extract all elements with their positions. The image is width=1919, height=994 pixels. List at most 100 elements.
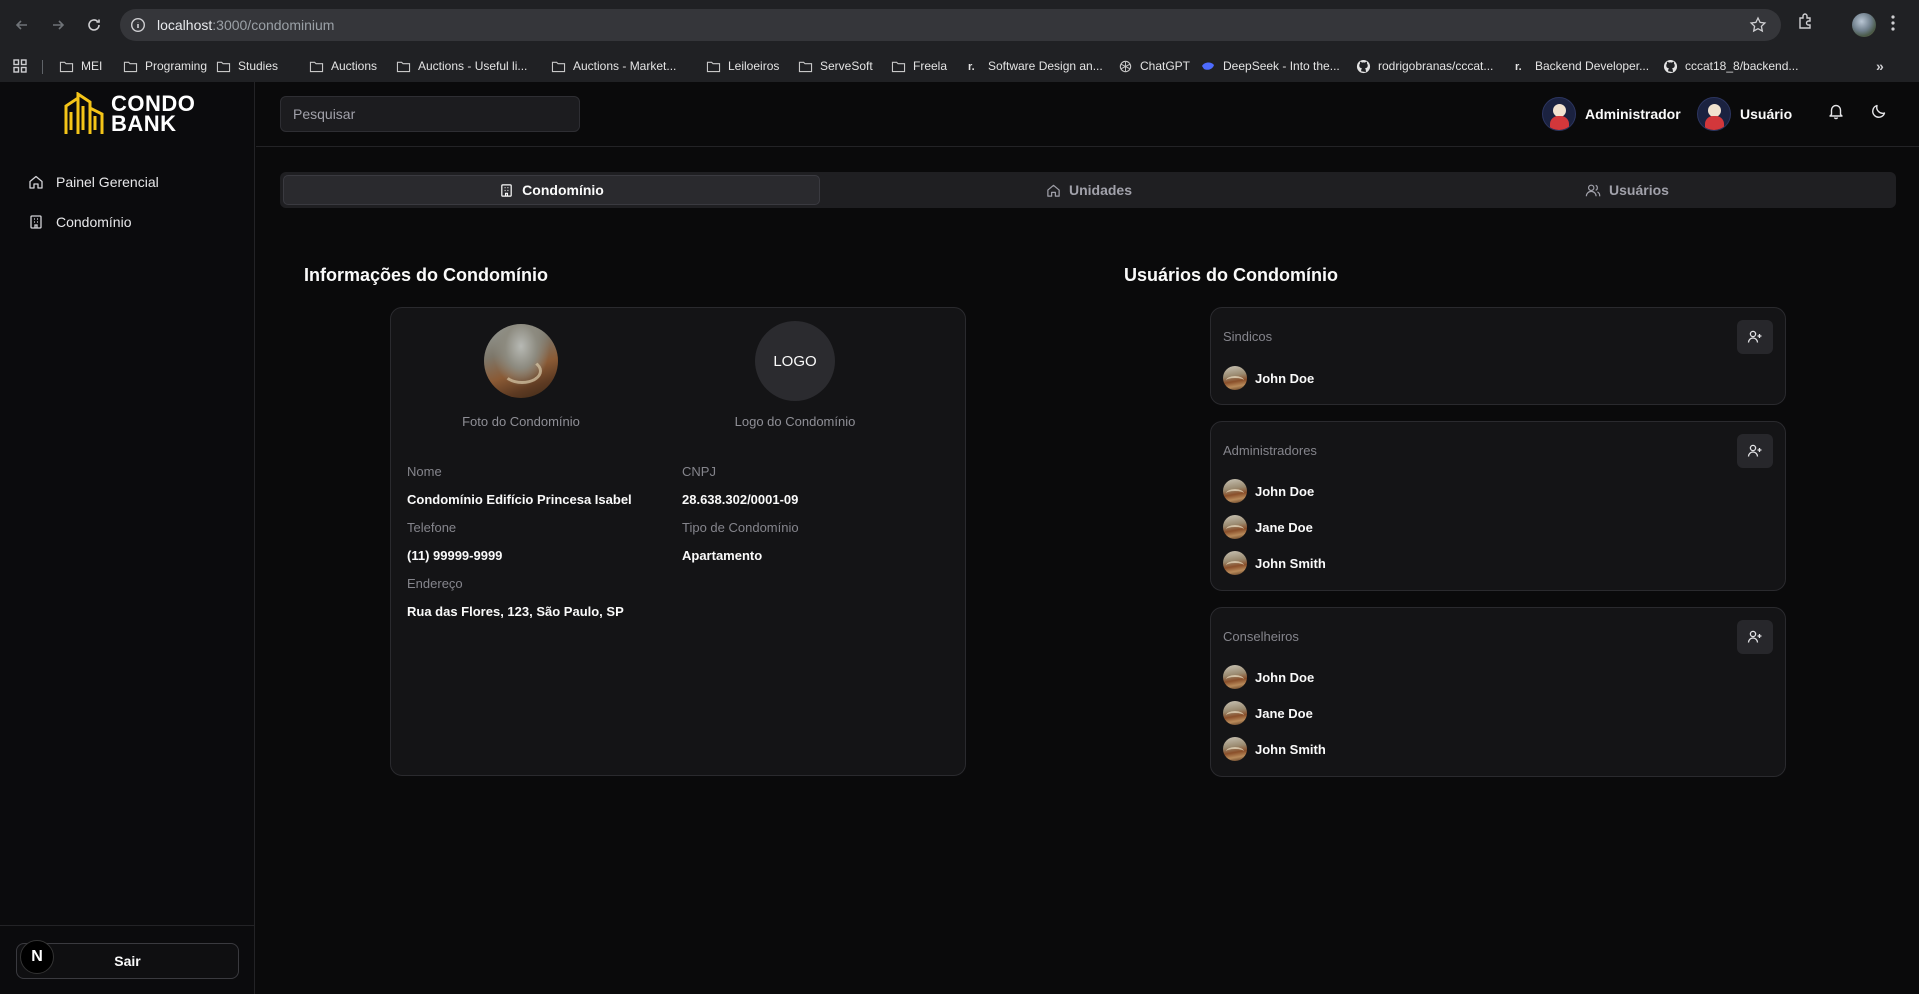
bookmark-label: Auctions - Market... <box>573 59 677 73</box>
folder-icon <box>797 58 813 74</box>
bookmark-item[interactable]: rodrigobranas/cccat... <box>1355 50 1493 82</box>
group-card-conselheiros: Conselheiros John Doe Jane Doe John Smit… <box>1210 607 1786 777</box>
topbar: Administrador Usuário <box>256 82 1919 147</box>
telefone-value: (11) 99999-9999 <box>407 548 503 563</box>
logo-block: LOGO Logo do Condomínio <box>715 321 875 429</box>
role-label: Administrador <box>1585 106 1681 122</box>
nome-value: Condomínio Edifício Princesa Isabel <box>407 492 632 507</box>
bookmark-label: MEI <box>81 59 103 73</box>
users-icon <box>1585 183 1601 198</box>
list-item[interactable]: Jane Doe <box>1223 515 1313 539</box>
bookmark-item[interactable]: r. Software Design an... <box>965 50 1103 82</box>
bookmark-item[interactable]: r. Backend Developer... <box>1512 50 1649 82</box>
bookmark-label: ServeSoft <box>820 59 873 73</box>
avatar <box>1697 97 1731 131</box>
brand-logo[interactable]: CONDO BANK <box>63 92 195 136</box>
address-bar[interactable]: localhost:3000/condominium <box>120 9 1781 41</box>
list-item[interactable]: John Smith <box>1223 737 1326 761</box>
browser-menu-icon[interactable] <box>1890 13 1896 33</box>
endereco-value: Rua das Flores, 123, São Paulo, SP <box>407 604 624 619</box>
forward-arrow-icon[interactable] <box>44 11 72 39</box>
avatar <box>1223 551 1247 575</box>
member-name: Jane Doe <box>1255 705 1313 721</box>
telefone-label: Telefone <box>407 520 457 535</box>
condominium-photo[interactable] <box>484 324 558 398</box>
list-item[interactable]: Jane Doe <box>1223 701 1313 725</box>
bookmark-item[interactable]: ServeSoft <box>797 50 873 82</box>
sidebar-item-painel-gerencial[interactable]: Painel Gerencial <box>22 166 159 198</box>
r-icon: r. <box>965 58 981 74</box>
bookmark-item[interactable]: Leiloeiros <box>705 50 779 82</box>
list-item[interactable]: John Doe <box>1223 479 1314 503</box>
photo-block: Foto do Condomínio <box>441 324 601 429</box>
back-arrow-icon[interactable] <box>8 11 36 39</box>
condominium-logo[interactable]: LOGO <box>755 321 835 401</box>
add-user-button[interactable] <box>1737 434 1773 468</box>
bookmark-item[interactable]: MEI <box>58 50 102 82</box>
bookmark-item[interactable]: Auctions <box>308 50 377 82</box>
role-usuario[interactable]: Usuário <box>1697 97 1792 131</box>
site-info-icon[interactable] <box>130 17 146 33</box>
search-input[interactable] <box>280 96 580 132</box>
list-item[interactable]: John Doe <box>1223 366 1314 390</box>
profile-avatar[interactable] <box>1852 13 1876 37</box>
tab-usuarios[interactable]: Usuários <box>1358 175 1896 205</box>
bookmark-separator <box>42 60 43 74</box>
moon-icon[interactable] <box>1870 102 1888 120</box>
endereco-label: Endereço <box>407 576 463 591</box>
avatar <box>1542 97 1576 131</box>
bookmark-label: cccat18_8/backend... <box>1685 59 1799 73</box>
bookmark-item[interactable]: Freela <box>890 50 947 82</box>
url-host: localhost <box>157 17 213 33</box>
bookmark-item[interactable]: DeepSeek - Into the... <box>1200 50 1340 82</box>
bookmark-item[interactable]: Auctions - Market... <box>550 50 676 82</box>
cnpj-value: 28.638.302/0001-09 <box>682 492 799 507</box>
role-administrador[interactable]: Administrador <box>1542 97 1681 131</box>
bookmark-label: Programing <box>145 59 208 73</box>
sidebar-item-condominio[interactable]: Condomínio <box>22 206 159 238</box>
nextjs-badge[interactable]: N <box>20 940 54 974</box>
bookmark-item[interactable]: cccat18_8/backend... <box>1662 50 1798 82</box>
list-item[interactable]: John Doe <box>1223 665 1314 689</box>
list-item[interactable]: John Smith <box>1223 551 1326 575</box>
bookmark-label: ChatGPT <box>1140 59 1191 73</box>
building-logo-icon <box>64 92 104 134</box>
info-section-title: Informações do Condomínio <box>304 265 549 285</box>
reload-icon[interactable] <box>80 11 108 39</box>
sidebar-divider <box>0 925 255 926</box>
condominium-info-card: Foto do Condomínio LOGO Logo do Condomín… <box>390 307 966 776</box>
sidebar: CONDO BANK Painel Gerencial Condomínio N… <box>0 82 255 994</box>
group-card-administradores: Administradores John Doe Jane Doe John S… <box>1210 421 1786 591</box>
more-bookmarks-icon[interactable]: » <box>1876 58 1884 74</box>
brand-text: CONDO BANK <box>111 93 195 135</box>
user-plus-icon <box>1747 330 1762 343</box>
deepseek-icon <box>1200 58 1216 74</box>
home-icon <box>28 174 44 190</box>
home-icon <box>1046 183 1061 198</box>
extensions-icon[interactable] <box>1796 11 1816 31</box>
bookmark-star-icon[interactable] <box>1749 16 1767 34</box>
sidebar-nav: Painel Gerencial Condomínio <box>22 166 159 246</box>
add-user-button[interactable] <box>1737 320 1773 354</box>
folder-icon <box>705 58 721 74</box>
bell-icon[interactable] <box>1827 102 1845 120</box>
bookmark-item[interactable]: Studies <box>215 50 278 82</box>
bookmark-label: Auctions - Useful li... <box>418 59 528 73</box>
bookmark-item[interactable]: Programing <box>122 50 207 82</box>
group-title: Administradores <box>1223 443 1317 458</box>
app-root: CONDO BANK Painel Gerencial Condomínio N… <box>0 82 1919 994</box>
cnpj-label: CNPJ <box>682 464 716 479</box>
add-user-button[interactable] <box>1737 620 1773 654</box>
folder-icon <box>58 58 74 74</box>
tab-list: Condomínio Unidades Usuários <box>280 172 1896 208</box>
bookmark-label: Leiloeiros <box>728 59 780 73</box>
bookmark-label: Backend Developer... <box>1535 59 1650 73</box>
apps-grid-icon[interactable] <box>12 58 28 74</box>
folder-icon <box>395 58 411 74</box>
bookmark-item[interactable]: Auctions - Useful li... <box>395 50 527 82</box>
tab-unidades[interactable]: Unidades <box>820 175 1358 205</box>
sidebar-item-label: Condomínio <box>56 214 132 230</box>
bookmark-item[interactable]: ChatGPT <box>1117 50 1190 82</box>
tab-condominio[interactable]: Condomínio <box>283 175 820 205</box>
member-name: Jane Doe <box>1255 519 1313 535</box>
